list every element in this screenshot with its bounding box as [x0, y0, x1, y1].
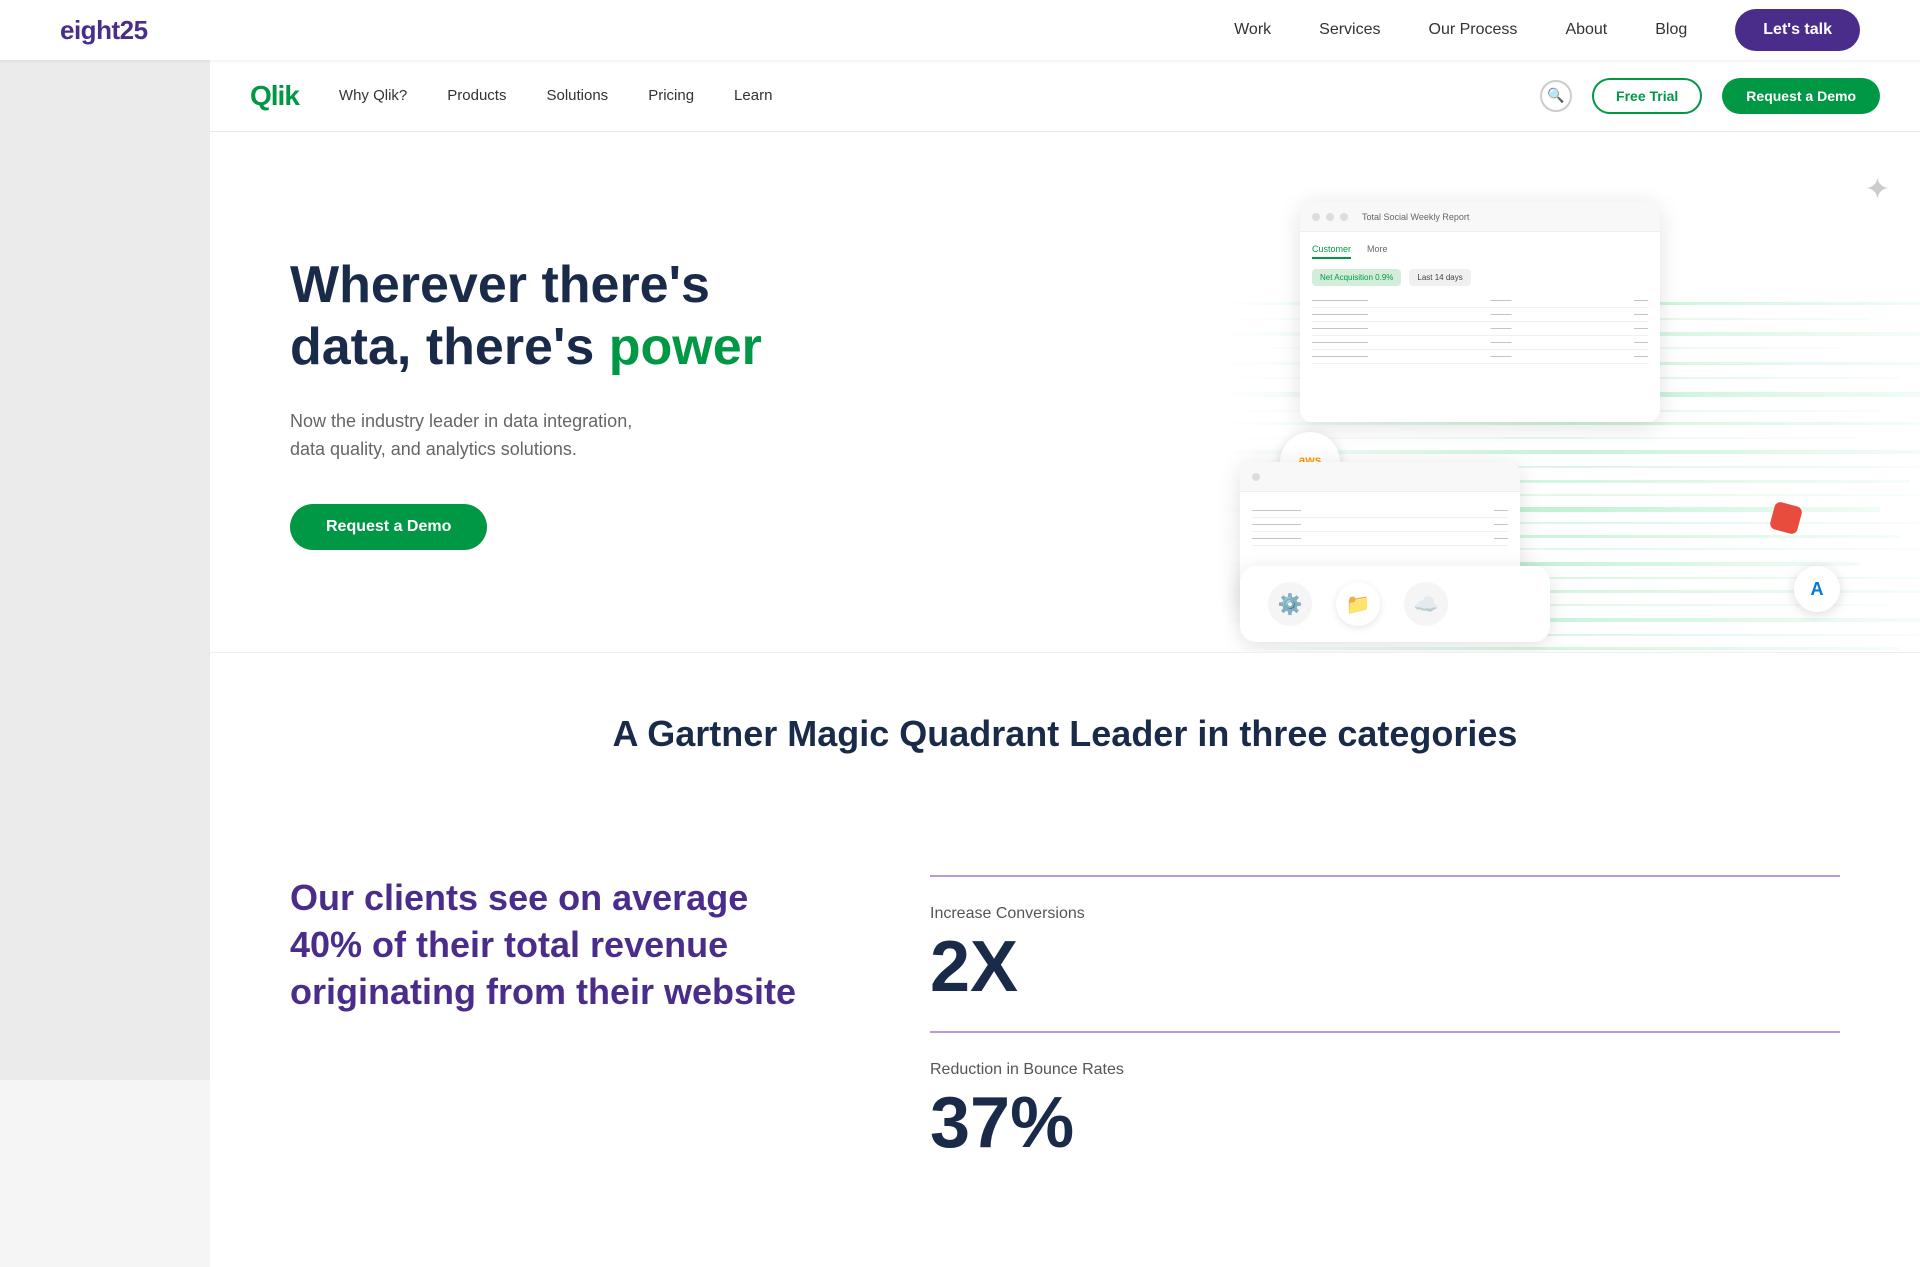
cell: —— [1494, 535, 1508, 542]
cell: ——————— [1252, 507, 1301, 514]
dash-dot-1 [1312, 213, 1320, 221]
dash-tab-row: Customer More [1312, 244, 1648, 259]
stats-right: Increase Conversions 2X Reduction in Bou… [930, 875, 1840, 1187]
stat-item-bounce: Reduction in Bounce Rates 37% [930, 1031, 1840, 1187]
dash-tab-customer[interactable]: Customer [1312, 244, 1351, 259]
qlik-nav-solutions[interactable]: Solutions [546, 87, 608, 104]
cell: —— [1634, 297, 1648, 304]
dashboard-main-card: Total Social Weekly Report Customer More… [1300, 202, 1660, 422]
table-row: ———————— ——— —— [1312, 294, 1648, 308]
cell: ——— [1491, 353, 1512, 360]
stat-box-1: Net Acquisition 0.9% [1312, 269, 1401, 286]
table-row: ———————— ——— —— [1312, 350, 1648, 364]
transform-icon[interactable]: ⚙️ [1268, 582, 1312, 626]
dash-title-bar: Total Social Weekly Report [1362, 212, 1469, 222]
dash-table: ———————— ——— —— ———————— ——— —— ———————— [1312, 294, 1648, 364]
hero-text: Wherever there's data, there's power Now… [290, 254, 762, 550]
agency-nav-links: Work Services Our Process About Blog Let… [1234, 9, 1860, 51]
client-page: Qlik Why Qlik? Products Solutions Pricin… [210, 60, 1920, 1267]
dash-dot-3 [1340, 213, 1348, 221]
stat-value-conversions: 2X [930, 931, 1840, 1003]
azure-icon: A [1811, 579, 1824, 600]
cell: —— [1634, 325, 1648, 332]
dash-tab-more[interactable]: More [1367, 244, 1388, 259]
agency-logo: eight25 [60, 15, 148, 46]
nav-link-about[interactable]: About [1565, 21, 1607, 39]
cell: ——— [1491, 339, 1512, 346]
hex-icon: ✦ [1865, 172, 1890, 207]
agency-navbar: eight25 Work Services Our Process About … [0, 0, 1920, 60]
table-row: ——————— —— [1252, 504, 1508, 518]
dash-header: Total Social Weekly Report [1300, 202, 1660, 232]
cell: ———————— [1312, 339, 1368, 346]
azure-badge: A [1794, 566, 1840, 612]
cell: ——————— [1252, 535, 1301, 542]
stat-box-2: Last 14 days [1409, 269, 1470, 286]
mini-dash-body: ——————— —— ——————— —— ——————— —— [1240, 492, 1520, 558]
nav-link-work[interactable]: Work [1234, 21, 1271, 39]
stat-label-conversions: Increase Conversions [930, 905, 1840, 923]
dash-stats: Net Acquisition 0.9% Last 14 days [1312, 269, 1648, 286]
cell: —— [1634, 311, 1648, 318]
lets-talk-button[interactable]: Let's talk [1735, 9, 1860, 51]
qlik-navbar: Qlik Why Qlik? Products Solutions Pricin… [210, 60, 1920, 132]
hero-section: Wherever there's data, there's power Now… [210, 132, 1920, 652]
cell: ———————— [1312, 353, 1368, 360]
cell: ——— [1491, 325, 1512, 332]
table-row: ———————— ——— —— [1312, 308, 1648, 322]
cell: —— [1494, 507, 1508, 514]
hero-visual: Total Social Weekly Report Customer More… [1220, 172, 1920, 652]
mini-dot [1252, 473, 1260, 481]
qlik-nav-pricing[interactable]: Pricing [648, 87, 694, 104]
cell: ———————— [1312, 297, 1368, 304]
red-cube-icon [1769, 501, 1803, 535]
gartner-section: A Gartner Magic Quadrant Leader in three… [210, 652, 1920, 815]
mini-dash-header [1240, 462, 1520, 492]
sidebar [0, 0, 210, 1080]
cell: ——————— [1252, 521, 1301, 528]
qlik-nav-links: Why Qlik? Products Solutions Pricing Lea… [339, 87, 1540, 104]
request-demo-button-nav[interactable]: Request a Demo [1722, 78, 1880, 114]
stat-item-conversions: Increase Conversions 2X [930, 875, 1840, 1031]
nav-link-blog[interactable]: Blog [1655, 21, 1687, 39]
dash-dot-2 [1326, 213, 1334, 221]
cell: ——— [1491, 311, 1512, 318]
icons-panel: ⚙️ 📁 ☁️ [1240, 566, 1550, 642]
qlik-nav-why[interactable]: Why Qlik? [339, 87, 407, 104]
search-icon[interactable]: 🔍 [1540, 80, 1572, 112]
stats-section: Our clients see on average 40% of their … [210, 815, 1920, 1267]
table-row: ——————— —— [1252, 532, 1508, 546]
cell: ———————— [1312, 311, 1368, 318]
table-row: ——————— —— [1252, 518, 1508, 532]
hero-cta-button[interactable]: Request a Demo [290, 504, 487, 550]
main-wrapper: Qlik Why Qlik? Products Solutions Pricin… [210, 0, 1920, 1267]
hero-title: Wherever there's data, there's power [290, 254, 762, 379]
nav-link-services[interactable]: Services [1319, 21, 1380, 39]
qlik-nav-right: 🔍 Free Trial Request a Demo [1540, 78, 1880, 114]
folder-icon[interactable]: 📁 [1336, 582, 1380, 626]
table-row: ———————— ——— —— [1312, 322, 1648, 336]
cell: ——— [1491, 297, 1512, 304]
table-row: ———————— ——— —— [1312, 336, 1648, 350]
stat-value-bounce: 37% [930, 1087, 1840, 1159]
dash-body: Customer More Net Acquisition 0.9% Last … [1300, 232, 1660, 376]
cell: —— [1494, 521, 1508, 528]
qlik-nav-learn[interactable]: Learn [734, 87, 772, 104]
gartner-title: A Gartner Magic Quadrant Leader in three… [290, 713, 1840, 755]
mini-table: ——————— —— ——————— —— ——————— —— [1252, 504, 1508, 546]
cell: —— [1634, 339, 1648, 346]
hero-subtitle: Now the industry leader in data integrat… [290, 407, 762, 465]
stat-label-bounce: Reduction in Bounce Rates [930, 1061, 1840, 1079]
nav-link-our-process[interactable]: Our Process [1429, 21, 1518, 39]
qlik-nav-products[interactable]: Products [447, 87, 506, 104]
stats-headline: Our clients see on average 40% of their … [290, 875, 810, 1015]
free-trial-button[interactable]: Free Trial [1592, 78, 1702, 114]
cloud-icon[interactable]: ☁️ [1404, 582, 1448, 626]
cell: ———————— [1312, 325, 1368, 332]
stats-left: Our clients see on average 40% of their … [290, 875, 810, 1015]
qlik-logo: Qlik [250, 80, 299, 112]
cell: —— [1634, 353, 1648, 360]
